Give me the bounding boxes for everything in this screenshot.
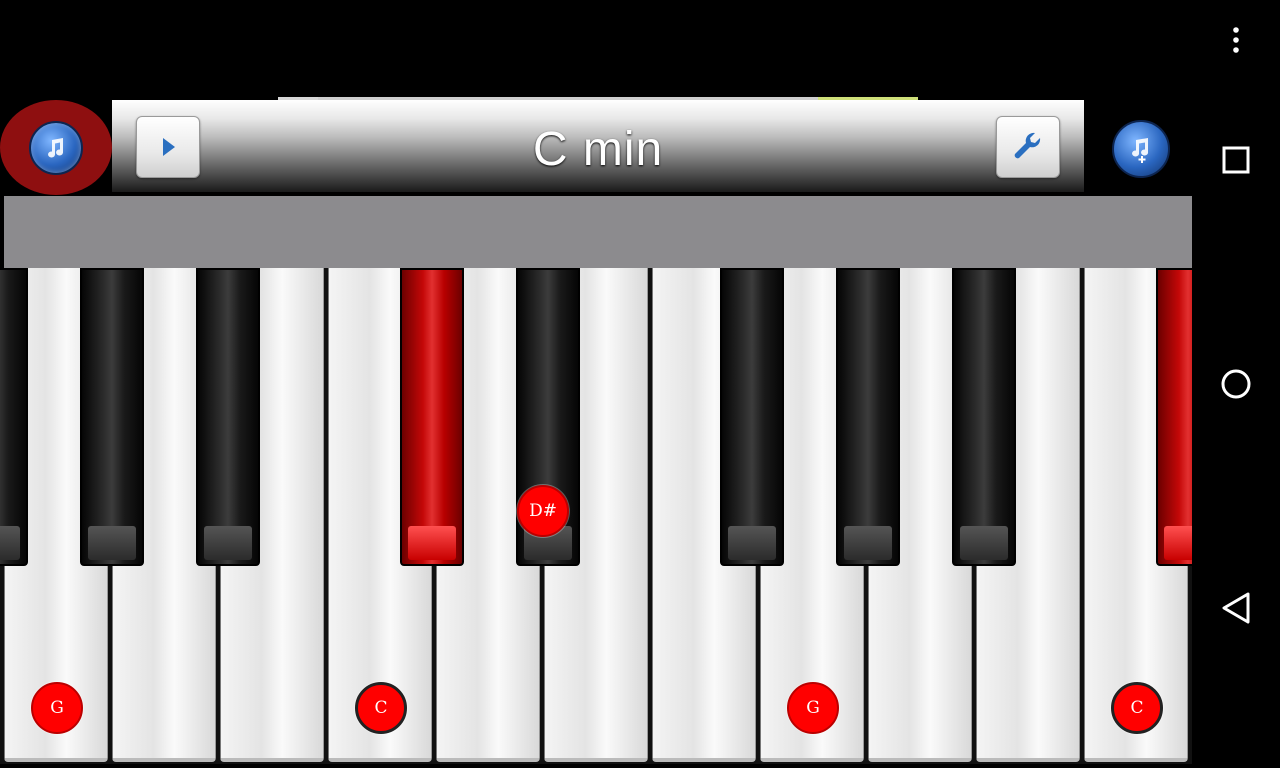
note-marker-g: G (787, 682, 839, 734)
recents-square-icon (1222, 146, 1250, 174)
settings-button[interactable] (996, 116, 1060, 178)
black-key-a-sharp[interactable] (952, 268, 1016, 566)
note-marker-c: C (1111, 682, 1163, 734)
home-button[interactable] (1214, 362, 1258, 406)
black-key-c-sharp[interactable] (400, 268, 464, 566)
music-note-icon (29, 120, 83, 175)
note-marker-c: C (355, 682, 407, 734)
piano-app: C min G C D# G C (0, 0, 1192, 768)
android-nav-bar (1192, 0, 1280, 768)
black-key-f-sharp[interactable] (0, 268, 28, 566)
black-key-g-sharp[interactable] (80, 268, 144, 566)
black-key-f-sharp[interactable] (720, 268, 784, 566)
music-add-icon (1132, 138, 1149, 163)
note-marker-d-sharp: D# (517, 485, 569, 537)
back-button[interactable] (1214, 586, 1258, 630)
wrench-icon (1014, 132, 1041, 159)
black-key-g-sharp[interactable] (836, 268, 900, 566)
chord-title-bar: C min (112, 100, 1084, 192)
note-marker-g: G (31, 682, 83, 734)
keyboard-scroll-strip[interactable] (4, 196, 1192, 268)
overflow-menu-icon (1233, 27, 1239, 53)
chord-name: C min (532, 123, 664, 176)
recents-button[interactable] (1214, 138, 1258, 182)
add-song-button[interactable] (1112, 120, 1170, 178)
piano-keyboard[interactable]: G C D# G C (0, 268, 1192, 764)
back-triangle-icon (1222, 592, 1250, 624)
overflow-menu-button[interactable] (1214, 18, 1258, 62)
black-key-a-sharp[interactable] (196, 268, 260, 566)
home-circle-icon (1221, 369, 1251, 399)
black-key-c-sharp[interactable] (1156, 268, 1192, 566)
music-menu-button[interactable] (0, 100, 112, 195)
